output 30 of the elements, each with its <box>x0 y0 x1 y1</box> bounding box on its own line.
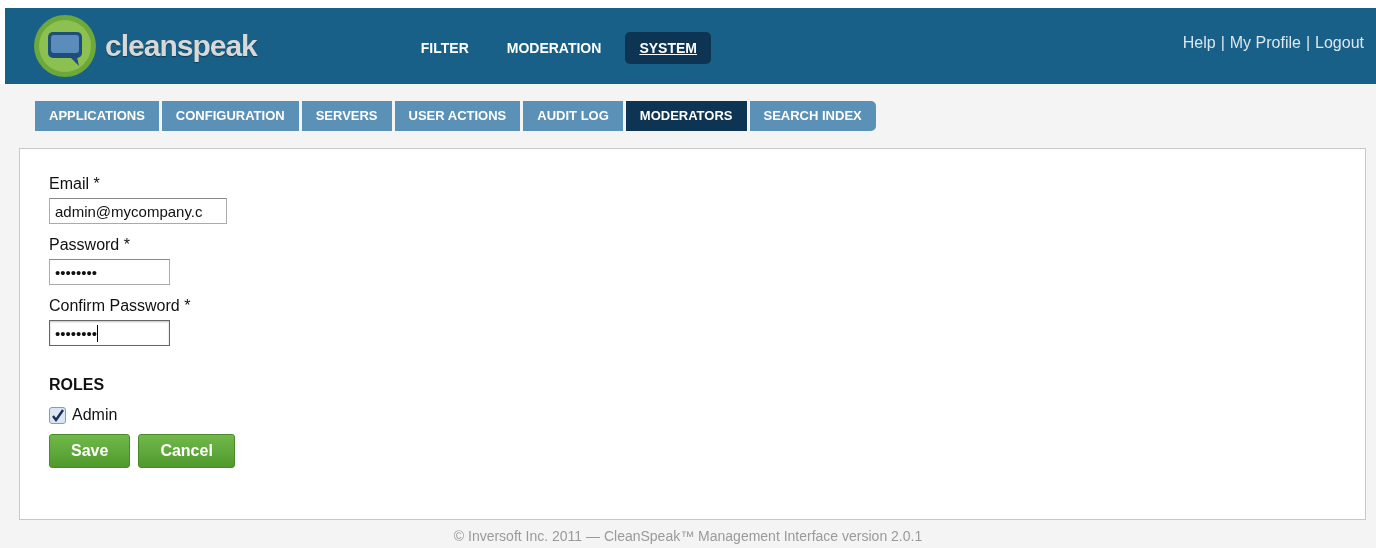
logo-text: cleanspeak <box>105 29 257 63</box>
logo-icon <box>33 14 97 78</box>
subnav-tab[interactable]: APPLICATIONS <box>35 101 159 131</box>
field-label: Password * <box>49 236 131 254</box>
field-label: Email * <box>49 175 101 193</box>
subnav-tab[interactable]: AUDIT LOG <box>523 101 623 131</box>
section-heading: ROLES <box>49 376 106 394</box>
nav-tab[interactable]: FILTER <box>406 32 483 64</box>
text-cursor <box>97 324 98 342</box>
checkbox[interactable] <box>49 406 66 424</box>
subnav-tab[interactable]: SERVERS <box>301 101 392 131</box>
subnav-tab[interactable]: SEARCH INDEX <box>749 101 876 131</box>
input-field[interactable]: admin@mycompany.c <box>49 198 227 224</box>
header-link[interactable]: Logout <box>1315 34 1364 52</box>
checkbox-label: Admin <box>72 406 118 424</box>
footer-text: © Inversoft Inc. 2011 — CleanSpeak™ Management Interface version 2.0.1 <box>453 528 923 544</box>
header-link[interactable]: My Profile <box>1229 34 1301 52</box>
form-button[interactable]: Save <box>49 434 131 468</box>
form-button[interactable]: Cancel <box>138 434 235 468</box>
separator: | <box>1220 34 1225 52</box>
separator: | <box>1305 34 1311 52</box>
header-link[interactable]: Help <box>1182 34 1216 52</box>
subnav-tab[interactable]: CONFIGURATION <box>161 101 299 131</box>
input-field[interactable]: •••••••• <box>49 259 170 285</box>
field-label: Confirm Password * <box>49 297 192 315</box>
subnav-tab[interactable]: MODERATORS <box>625 101 747 131</box>
nav-tab[interactable]: MODERATION <box>492 32 616 64</box>
subnav-tab[interactable]: USER ACTIONS <box>394 101 521 131</box>
nav-tab[interactable]: SYSTEM <box>625 32 711 64</box>
input-field[interactable]: •••••••• <box>49 320 170 346</box>
